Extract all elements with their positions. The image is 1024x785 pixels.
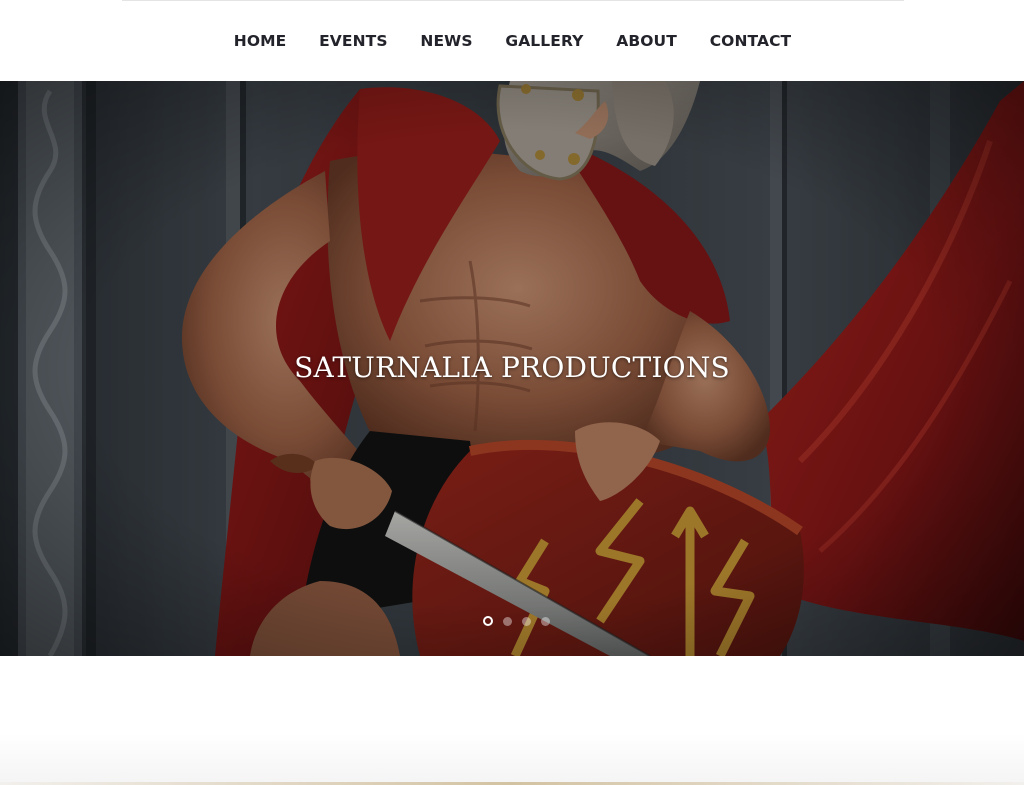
nav-home-link[interactable]: HOME: [234, 29, 287, 53]
nav-gallery-link[interactable]: GALLERY: [505, 29, 583, 53]
slider-dot-4[interactable]: [540, 616, 550, 626]
hero-slider[interactable]: SATURNALIA PRODUCTIONS: [0, 81, 1024, 656]
slider-dot-3[interactable]: [521, 616, 531, 626]
main-nav: HOME EVENTS NEWS GALLERY ABOUT CONTACT: [0, 29, 1024, 53]
nav-contact-link[interactable]: CONTACT: [710, 29, 792, 53]
slider-dot-2[interactable]: [502, 616, 512, 626]
slider-dot-1[interactable]: [482, 616, 493, 626]
nav-events-link[interactable]: EVENTS: [319, 29, 387, 53]
slider-pagination: [0, 614, 1024, 628]
hero-title: SATURNALIA PRODUCTIONS: [294, 351, 730, 384]
content-area: [0, 656, 1024, 785]
header-top-rule: [122, 0, 904, 1]
site-header: HOME EVENTS NEWS GALLERY ABOUT CONTACT: [0, 0, 1024, 81]
nav-news-link[interactable]: NEWS: [420, 29, 472, 53]
nav-about-link[interactable]: ABOUT: [616, 29, 677, 53]
